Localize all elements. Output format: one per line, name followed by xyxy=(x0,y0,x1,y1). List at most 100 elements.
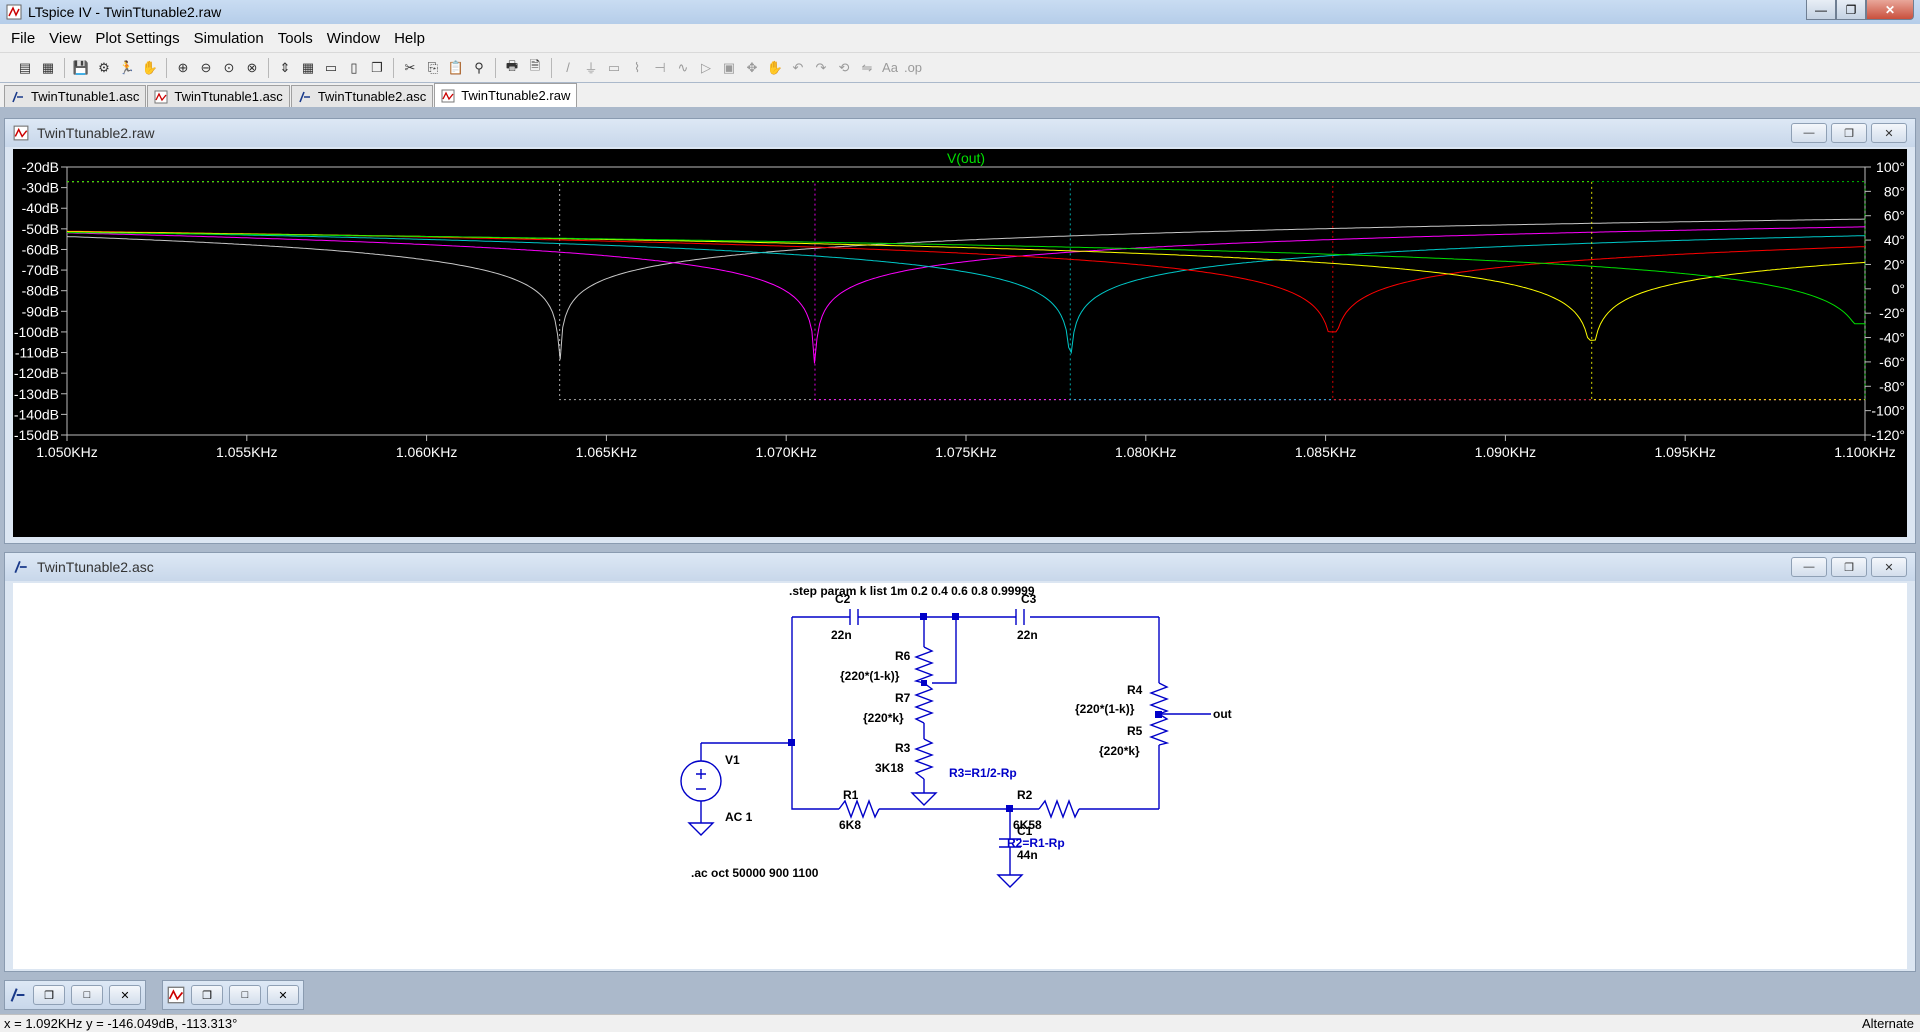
r5-value[interactable]: {220*k} xyxy=(1099,744,1140,758)
tab-twinttunable2-asc[interactable]: TwinTtunable2.asc xyxy=(290,85,434,107)
plot-pane[interactable]: V(out) -20dB -30dB -40dB -50dB -60dB -70dB -80d… xyxy=(13,149,1907,537)
schematic-minimize-button[interactable]: — xyxy=(1791,557,1827,577)
r6-value[interactable]: {220*(1-k)} xyxy=(840,669,900,683)
menu-window[interactable]: Window xyxy=(320,30,387,47)
run-icon[interactable]: 🏃 xyxy=(116,57,138,79)
maximize-button[interactable]: ❐ xyxy=(1836,0,1866,20)
zoom-out-icon[interactable]: ⊖ xyxy=(195,57,217,79)
y-left-tick-label: -50dB xyxy=(22,221,59,237)
close-button[interactable]: ✕ xyxy=(109,985,141,1005)
magnitude-trace xyxy=(66,232,1865,325)
plot-restore-button[interactable]: ❐ xyxy=(1831,123,1867,143)
waveform-plot[interactable]: V(out) -20dB -30dB -40dB -50dB -60dB -70dB -80d… xyxy=(13,149,1907,537)
c1-value[interactable]: 44n xyxy=(1017,848,1038,862)
v1-value[interactable]: AC 1 xyxy=(725,810,753,824)
menu-simulation[interactable]: Simulation xyxy=(187,30,271,47)
menu-help[interactable]: Help xyxy=(387,30,432,47)
maximize-button[interactable]: □ xyxy=(71,985,103,1005)
tile-vertical-icon[interactable]: ▯ xyxy=(343,57,365,79)
close-button[interactable]: ✕ xyxy=(1866,0,1914,20)
component-icon[interactable]: ▣ xyxy=(718,57,740,79)
r3-comment[interactable]: R3=R1/2-Rp xyxy=(949,766,1017,780)
magnitude-trace xyxy=(66,231,1866,341)
resistor-icon[interactable]: ⌇ xyxy=(626,57,648,79)
drag-icon[interactable]: ✋ xyxy=(764,57,786,79)
paste-icon[interactable]: 📋 xyxy=(445,57,467,79)
x-tick-label: 1.050KHz xyxy=(36,444,97,460)
plot-minimize-button[interactable]: — xyxy=(1791,123,1827,143)
schematic-canvas[interactable]: .step param k list 1m 0.2 0.4 0.6 0.8 0.… xyxy=(13,583,1907,969)
tab-twinttunable1-asc-2[interactable]: TwinTtunable1.asc xyxy=(147,85,290,107)
copy-icon[interactable]: ⎘ xyxy=(422,57,444,79)
schematic-restore-button[interactable]: ❐ xyxy=(1831,557,1867,577)
r3-value[interactable]: 3K18 xyxy=(875,761,904,775)
halt-icon[interactable]: ✋ xyxy=(139,57,161,79)
r7-name: R7 xyxy=(895,691,911,705)
waveform-icon xyxy=(13,125,29,141)
ac-directive[interactable]: .ac oct 50000 900 1100 xyxy=(691,866,819,880)
save-icon[interactable]: 💾 xyxy=(70,57,92,79)
r1-value[interactable]: 6K8 xyxy=(839,818,861,832)
menu-file[interactable]: File xyxy=(4,30,42,47)
out-label[interactable]: out xyxy=(1213,707,1232,721)
print-icon[interactable]: 🖶 xyxy=(501,57,523,79)
y-left-tick-label: -40dB xyxy=(22,200,59,216)
schematic-drawing[interactable]: .step param k list 1m 0.2 0.4 0.6 0.8 0.… xyxy=(13,583,1907,969)
close-button[interactable]: ✕ xyxy=(267,985,299,1005)
autorange-icon[interactable]: ⇕ xyxy=(274,57,296,79)
r7-value[interactable]: {220*k} xyxy=(863,711,904,725)
new-schematic-icon[interactable]: ▤ xyxy=(14,57,36,79)
tile-horizontal-icon[interactable]: ▭ xyxy=(320,57,342,79)
plot-close-button[interactable]: ✕ xyxy=(1871,123,1907,143)
r2-value[interactable]: 6K58 xyxy=(1013,818,1042,832)
menu-tools[interactable]: Tools xyxy=(271,30,320,47)
minimized-plot-window[interactable]: ❐ □ ✕ xyxy=(162,980,304,1010)
c2-value[interactable]: 22n xyxy=(831,628,852,642)
mirror-icon[interactable]: ⇋ xyxy=(856,57,878,79)
wire-icon[interactable]: / xyxy=(557,57,579,79)
waveform-icon xyxy=(167,986,185,1004)
y-right-tick-label: -20° xyxy=(1879,305,1905,321)
diode-icon[interactable]: ▷ xyxy=(695,57,717,79)
rotate-icon[interactable]: ⟲ xyxy=(833,57,855,79)
r4-value[interactable]: {220*(1-k)} xyxy=(1075,702,1135,716)
find-icon[interactable]: ⚲ xyxy=(468,57,490,79)
maximize-button[interactable]: □ xyxy=(229,985,261,1005)
tab-label: TwinTtunable1.asc xyxy=(31,89,140,104)
grid-icon[interactable]: ▦ xyxy=(297,57,319,79)
capacitor-icon[interactable]: ⊣ xyxy=(649,57,671,79)
cascade-icon[interactable]: ❐ xyxy=(366,57,388,79)
zoom-cancel-icon[interactable]: ⊗ xyxy=(241,57,263,79)
label-icon[interactable]: ▭ xyxy=(603,57,625,79)
r2-comment[interactable]: R2=R1-Rp xyxy=(1007,836,1065,850)
c3-value[interactable]: 22n xyxy=(1017,628,1038,642)
tab-twinttunable2-raw[interactable]: TwinTtunable2.raw xyxy=(434,83,578,107)
title-bar: LTspice IV - TwinTtunable2.raw — ❐ ✕ xyxy=(0,0,1920,24)
spice-directive-icon[interactable]: .op xyxy=(902,57,924,79)
undo-icon[interactable]: ↶ xyxy=(787,57,809,79)
step-directive[interactable]: .step param k list 1m 0.2 0.4 0.6 0.8 0.… xyxy=(789,584,1035,598)
menu-view[interactable]: View xyxy=(42,30,88,47)
print-preview-icon[interactable]: 🗎 xyxy=(524,57,546,79)
menu-plot-settings[interactable]: Plot Settings xyxy=(88,30,186,47)
ground-icon[interactable]: ⏚ xyxy=(580,57,602,79)
schematic-icon xyxy=(299,91,310,102)
toolbar-separator xyxy=(495,57,496,78)
tab-twinttunable1-asc[interactable]: TwinTtunable1.asc xyxy=(4,85,147,107)
zoom-in-icon[interactable]: ⊕ xyxy=(172,57,194,79)
control-panel-icon[interactable]: ⚙ xyxy=(93,57,115,79)
minimize-button[interactable]: — xyxy=(1806,0,1836,20)
open-icon[interactable]: ▦ xyxy=(37,57,59,79)
restore-button[interactable]: ❐ xyxy=(33,985,65,1005)
schematic-icon xyxy=(10,988,25,1002)
inductor-icon[interactable]: ∿ xyxy=(672,57,694,79)
restore-button[interactable]: ❐ xyxy=(191,985,223,1005)
minimized-schematic-window[interactable]: ❐ □ ✕ xyxy=(4,980,146,1010)
cut-icon[interactable]: ✂ xyxy=(399,57,421,79)
move-icon[interactable]: ✥ xyxy=(741,57,763,79)
text-icon[interactable]: Aa xyxy=(879,57,901,79)
schematic-close-button[interactable]: ✕ xyxy=(1871,557,1907,577)
zoom-fit-icon[interactable]: ⊙ xyxy=(218,57,240,79)
redo-icon[interactable]: ↷ xyxy=(810,57,832,79)
minimized-windows-strip: ❐ □ ✕ ❐ □ ✕ xyxy=(0,976,1920,1014)
